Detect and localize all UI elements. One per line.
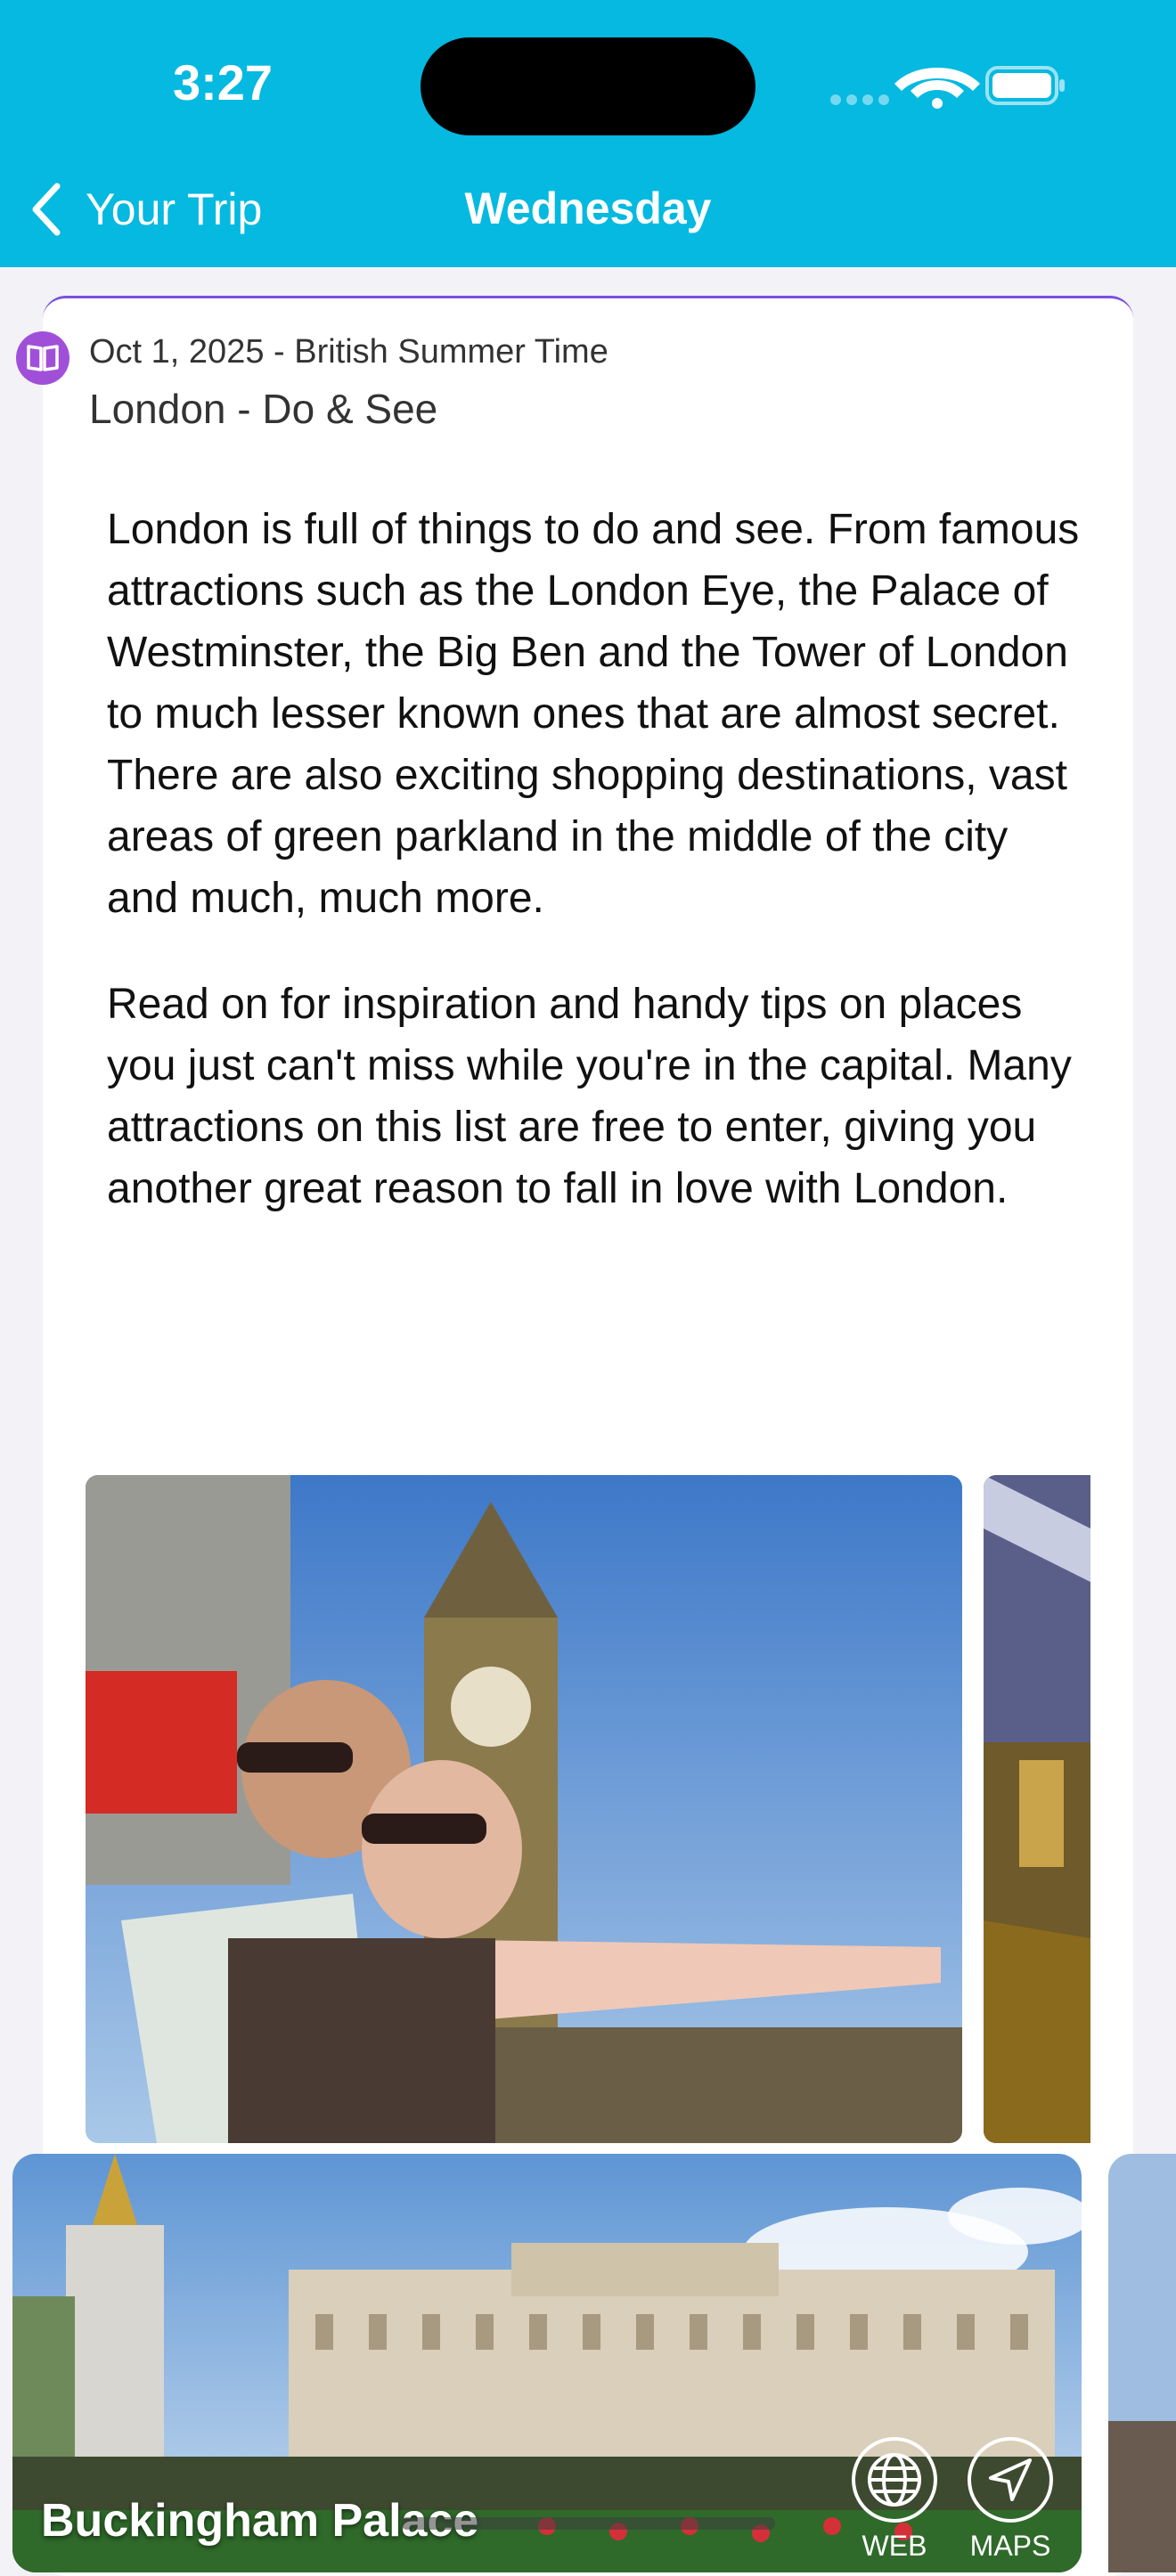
- entry-date: Oct 1, 2025 - British Summer Time: [89, 333, 608, 371]
- maps-button-label: MAPS: [969, 2530, 1051, 2562]
- maps-button[interactable]: [968, 2437, 1053, 2523]
- poi-card-next[interactable]: [1108, 2154, 1176, 2572]
- description-paragraph: Read on for inspiration and handy tips o…: [107, 981, 1072, 1212]
- signal-icon: [830, 94, 889, 105]
- status-icons: [830, 66, 1065, 109]
- gallery-photo-market[interactable]: [984, 1475, 1090, 2143]
- chevron-left-icon: [32, 183, 61, 236]
- book-icon: [16, 331, 69, 385]
- nav-header: 3:27 Your Trip Wednesday: [0, 0, 1176, 267]
- location-arrow-icon: [989, 2458, 1032, 2501]
- status-time: 3:27: [172, 54, 274, 110]
- page-title: Wednesday: [464, 183, 712, 233]
- web-button[interactable]: [852, 2437, 937, 2523]
- home-indicator[interactable]: [401, 2517, 775, 2530]
- entry-title: London - Do & See: [89, 386, 438, 432]
- back-button[interactable]: Your Trip: [27, 178, 262, 240]
- entry-description: London is full of things to do and see. …: [107, 499, 1087, 1219]
- globe-icon: [868, 2453, 921, 2507]
- back-label: Your Trip: [86, 184, 263, 234]
- description-paragraph: London is full of things to do and see. …: [107, 506, 1080, 922]
- dynamic-island: [421, 37, 755, 135]
- gallery-photo-big-ben[interactable]: [86, 1475, 962, 2143]
- web-button-label: WEB: [862, 2530, 927, 2562]
- battery-icon: [985, 66, 1065, 105]
- wifi-icon: [894, 68, 980, 109]
